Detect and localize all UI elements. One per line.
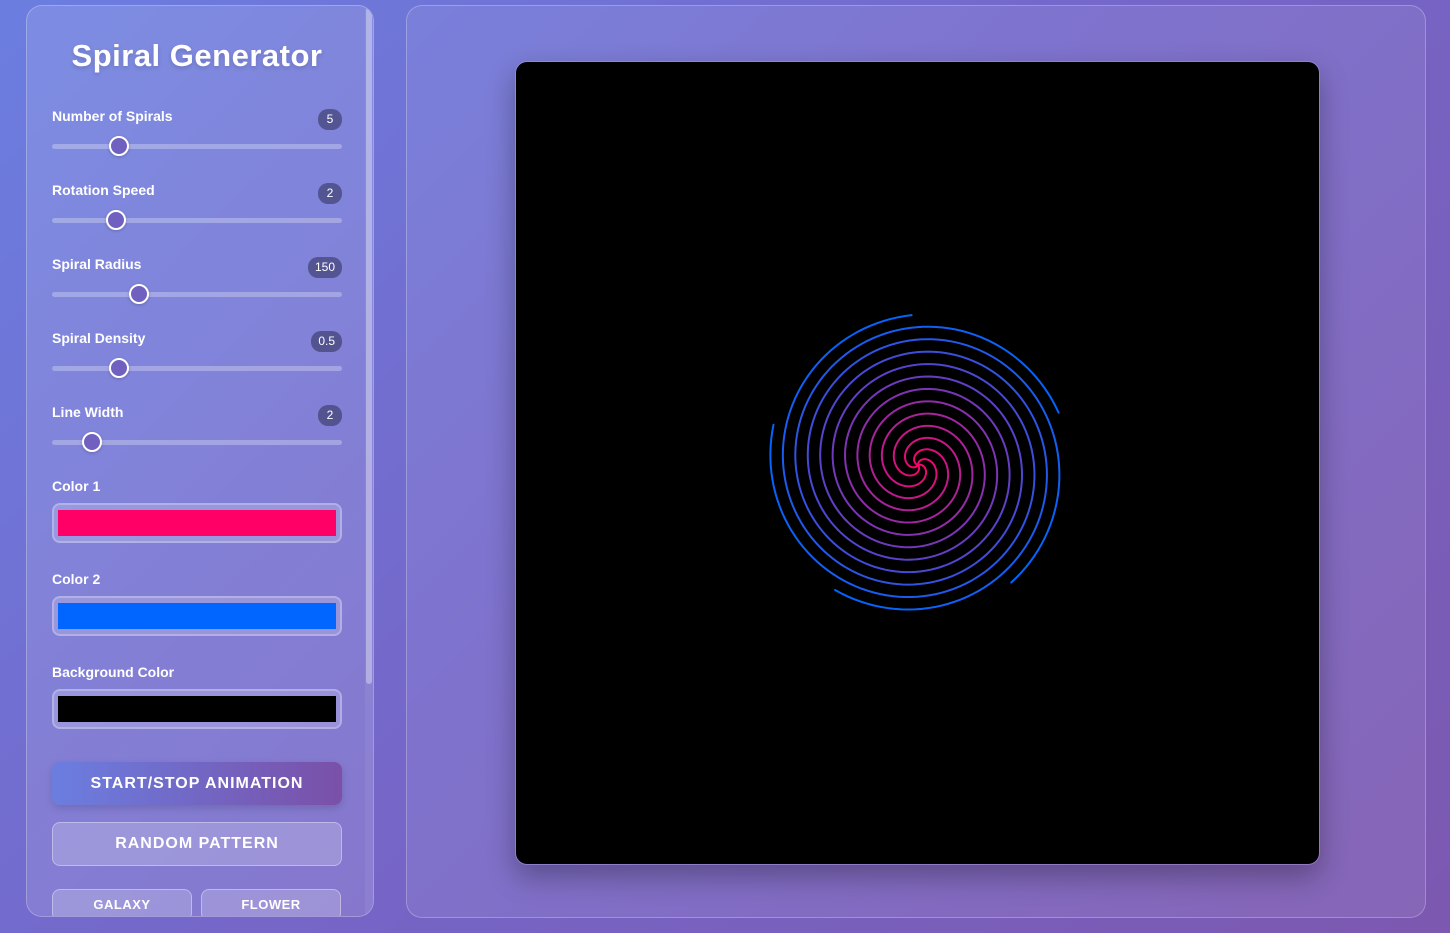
density-label: Spiral Density bbox=[52, 330, 146, 346]
speed-slider-thumb[interactable] bbox=[106, 210, 126, 230]
spirals-value-badge: 5 bbox=[318, 109, 342, 130]
color2-label: Color 2 bbox=[52, 571, 101, 587]
linewidth-value-badge: 2 bbox=[318, 405, 342, 426]
control-panel-scroll-area: Spiral Generator Number of Spirals 5 Rot… bbox=[27, 6, 373, 916]
spirals-slider-thumb[interactable] bbox=[108, 136, 129, 156]
random-pattern-button[interactable]: RANDOM PATTERN bbox=[52, 822, 342, 866]
density-slider-thumb[interactable] bbox=[108, 358, 129, 378]
color1-picker[interactable] bbox=[52, 503, 342, 543]
speed-slider-track[interactable] bbox=[52, 218, 342, 223]
canvas-panel bbox=[406, 5, 1426, 918]
color1-swatch bbox=[58, 510, 336, 536]
color2-picker[interactable] bbox=[52, 596, 342, 636]
density-slider-track[interactable] bbox=[52, 366, 342, 371]
spirals-label: Number of Spirals bbox=[52, 108, 173, 124]
background-color-picker[interactable] bbox=[52, 689, 342, 729]
density-value-badge: 0.5 bbox=[311, 331, 342, 352]
speed-label: Rotation Speed bbox=[52, 182, 155, 198]
spiral-canvas[interactable] bbox=[515, 61, 1320, 865]
start-stop-animation-button[interactable]: START/STOP ANIMATION bbox=[52, 762, 342, 805]
color2-swatch bbox=[58, 603, 336, 629]
page-title: Spiral Generator bbox=[71, 38, 323, 73]
color1-label: Color 1 bbox=[52, 478, 101, 494]
radius-slider-thumb[interactable] bbox=[129, 284, 150, 304]
speed-value-badge: 2 bbox=[318, 183, 342, 204]
sidebar-scrollbar-thumb[interactable] bbox=[366, 8, 372, 684]
linewidth-slider-thumb[interactable] bbox=[82, 432, 102, 452]
flower-preset-button[interactable]: FLOWER bbox=[201, 889, 341, 916]
radius-slider-track[interactable] bbox=[52, 292, 342, 297]
background-color-label: Background Color bbox=[52, 664, 175, 680]
linewidth-label: Line Width bbox=[52, 404, 124, 420]
galaxy-preset-button[interactable]: GALAXY bbox=[52, 889, 192, 916]
control-panel: Spiral Generator Number of Spirals 5 Rot… bbox=[26, 5, 374, 917]
spiral-drawing bbox=[516, 62, 1319, 864]
radius-label: Spiral Radius bbox=[52, 256, 142, 272]
sidebar-scrollbar[interactable] bbox=[365, 6, 373, 916]
radius-value-badge: 150 bbox=[307, 257, 342, 278]
background-color-swatch bbox=[58, 696, 336, 722]
spirals-slider-track[interactable] bbox=[52, 144, 342, 149]
